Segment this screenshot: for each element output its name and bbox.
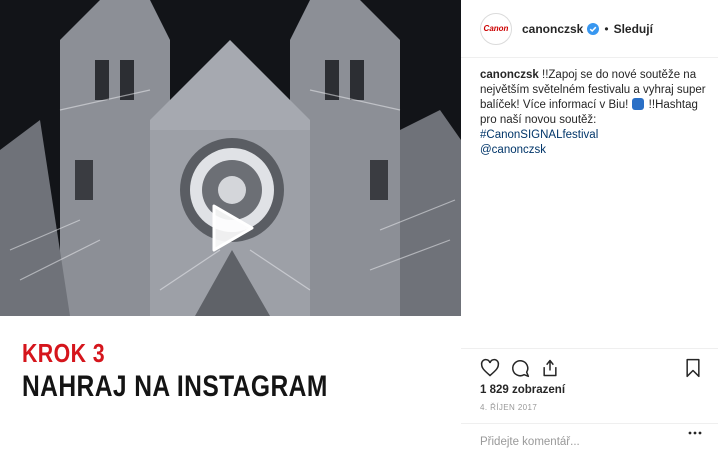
share-icon[interactable]: [540, 358, 560, 383]
caption: canonczsk !!Zapoj se do nové soutěže na …: [480, 68, 708, 158]
post-video[interactable]: [0, 0, 461, 316]
mention-link[interactable]: @canonczsk: [480, 144, 546, 156]
caption-username[interactable]: canonczsk: [480, 69, 539, 81]
cathedral-image: [0, 0, 461, 316]
view-count[interactable]: 1 829 zobrazení: [480, 384, 565, 396]
step-card: KROK 3 NAHRAJ NA INSTAGRAM: [0, 316, 461, 460]
more-options-icon[interactable]: [688, 430, 702, 436]
comment-input[interactable]: Přidejte komentář...: [461, 423, 718, 460]
action-bar: [461, 348, 718, 384]
post-sidebar: Canon canonczsk • Sledují canonczsk !!Za…: [461, 0, 718, 460]
comment-icon[interactable]: [510, 358, 530, 383]
play-icon[interactable]: [207, 204, 257, 252]
verified-badge-icon: [587, 22, 600, 35]
bookmark-icon[interactable]: [684, 358, 702, 383]
follow-button[interactable]: Sledují: [614, 22, 653, 36]
heart-icon[interactable]: [480, 358, 500, 383]
step-instruction: NAHRAJ NA INSTAGRAM: [22, 370, 328, 403]
avatar[interactable]: Canon: [480, 12, 512, 45]
post-header: Canon canonczsk • Sledují: [461, 0, 718, 58]
step-number: KROK 3: [22, 338, 106, 368]
emoji-icon: [632, 98, 645, 110]
hashtag-link[interactable]: #CanonSIGNALfestival: [480, 129, 598, 141]
post-date: 4. ŘÍJEN 2017: [480, 403, 538, 412]
comment-placeholder: Přidejte komentář...: [480, 436, 580, 448]
username-link[interactable]: canonczsk: [522, 22, 583, 36]
separator: •: [604, 21, 609, 36]
avatar-logo: Canon: [483, 24, 509, 33]
